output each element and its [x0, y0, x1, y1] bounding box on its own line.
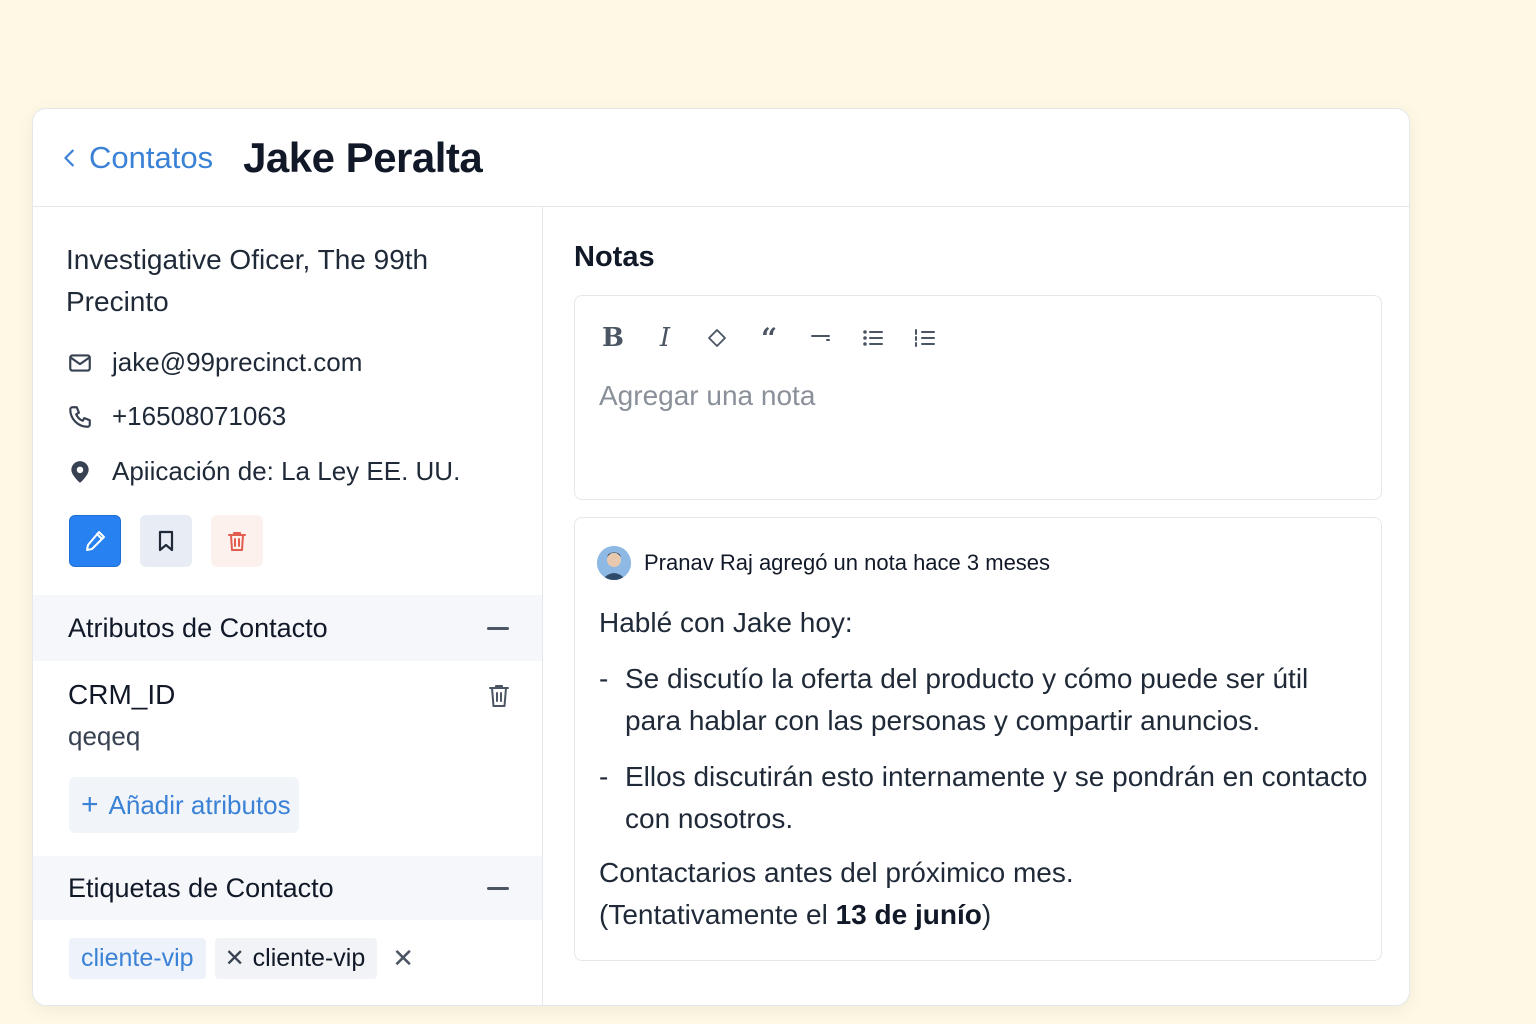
contact-card: Contatos Jake Peralta Investigative Ofic… — [32, 108, 1410, 1006]
note-closing-date: (Tentativamente el 13 de junío) — [599, 894, 1369, 936]
back-to-contacts-link[interactable]: Contatos — [59, 140, 213, 176]
note-closing-line: Contactarios antes del próximico mes. — [599, 857, 1074, 888]
contact-tags: cliente-vip ✕ cliente-vip ✕ — [69, 938, 414, 979]
delete-attribute-icon[interactable] — [487, 683, 511, 709]
pencil-icon — [86, 531, 105, 551]
italic-icon[interactable]: I — [649, 322, 681, 354]
edit-contact-button[interactable] — [69, 515, 121, 567]
close-icon[interactable]: ✕ — [392, 943, 414, 974]
add-attribute-button[interactable]: + Añadir atributos — [69, 777, 299, 833]
add-attribute-label: Añadir atributos — [108, 789, 291, 820]
tag-chip[interactable]: ✕ cliente-vip — [214, 938, 378, 979]
chevron-left-icon — [64, 149, 74, 166]
note-bullet: - Se discutío la oferta del producto y c… — [599, 658, 1369, 742]
note-bullet-text: Se discutío la oferta del producto y cóm… — [625, 663, 1309, 736]
note-editor: B I “ — [574, 295, 1382, 500]
note-meta: Pranav Raj agregó un nota hace 3 meses — [597, 546, 1050, 580]
note-bullet-text: Ellos discutirán esto internamente y se … — [625, 761, 1368, 834]
delete-contact-button[interactable] — [211, 515, 263, 567]
horizontal-rule-icon[interactable] — [805, 322, 837, 354]
editor-toolbar: B I “ — [597, 322, 941, 355]
contact-job-title: Investigative Oficer, The 99th Precinto — [66, 244, 429, 317]
back-label[interactable]: Contatos — [89, 140, 213, 176]
contact-phone-row: +16508071063 — [66, 401, 286, 432]
contact-actions — [69, 515, 263, 567]
labels-section-header[interactable]: Etiquetas de Contacto — [33, 856, 542, 920]
contact-phone[interactable]: +16508071063 — [112, 401, 286, 432]
note-body: Hablé con Jake hoy: - Se discutío la ofe… — [599, 602, 1369, 936]
avatar — [597, 546, 631, 580]
bullet-list-icon[interactable] — [857, 322, 889, 354]
tag-label: cliente-vip — [81, 944, 194, 972]
remove-tag-icon[interactable]: ✕ — [225, 944, 245, 973]
contact-location-row: Apiicación de: La Ley EE. UU. — [66, 456, 460, 487]
tag-label: cliente-vip — [252, 944, 366, 972]
tag-chip[interactable]: cliente-vip — [69, 938, 206, 979]
collapse-attributes-icon[interactable] — [487, 626, 509, 630]
bold-icon[interactable]: B — [597, 322, 629, 354]
notes-panel: Notas B I “ Agregar una nota Pranav Raj … — [544, 207, 1409, 1005]
collapse-labels-icon[interactable] — [487, 886, 509, 890]
attributes-section-header[interactable]: Atributos de Contacto — [33, 595, 542, 661]
note-intro: Hablé con Jake hoy: — [599, 607, 853, 638]
attributes-section-label: Atributos de Contacto — [68, 612, 328, 643]
contact-email-row: jake@99precinct.com — [66, 347, 362, 378]
note-closing-prefix: (Tentativamente el — [599, 899, 836, 930]
note-input[interactable] — [599, 374, 1359, 418]
attribute-name: CRM_ID — [68, 679, 176, 710]
trash-icon — [228, 532, 246, 551]
attribute-value: qeqeq — [68, 721, 141, 751]
location-pin-icon — [66, 458, 94, 486]
note-closing-bold: 13 de junío — [835, 899, 982, 930]
page-header: Contatos Jake Peralta — [33, 109, 1409, 207]
page-title: Jake Peralta — [243, 133, 483, 181]
contact-sidebar: Investigative Oficer, The 99th Precinto … — [33, 207, 543, 1005]
notes-title: Notas — [574, 241, 655, 273]
quote-icon[interactable]: “ — [753, 322, 785, 355]
phone-icon — [66, 403, 94, 431]
ordered-list-icon[interactable] — [909, 322, 941, 354]
contact-email[interactable]: jake@99precinct.com — [112, 347, 362, 378]
note-closing-suffix: ) — [981, 899, 992, 930]
note-author-line: Pranav Raj agregó un nota hace 3 meses — [644, 550, 1051, 575]
mail-icon — [66, 349, 94, 377]
plus-icon: + — [81, 788, 99, 821]
contact-location: Apiicación de: La Ley EE. UU. — [112, 456, 461, 486]
labels-section-label: Etiquetas de Contacto — [68, 872, 334, 903]
note-entry: Pranav Raj agregó un nota hace 3 meses H… — [574, 517, 1382, 961]
note-bullet: - Ellos discutirán esto internamente y s… — [599, 756, 1369, 840]
code-icon[interactable] — [701, 322, 733, 354]
bookmark-icon — [158, 530, 174, 552]
bookmark-contact-button[interactable] — [140, 515, 192, 567]
